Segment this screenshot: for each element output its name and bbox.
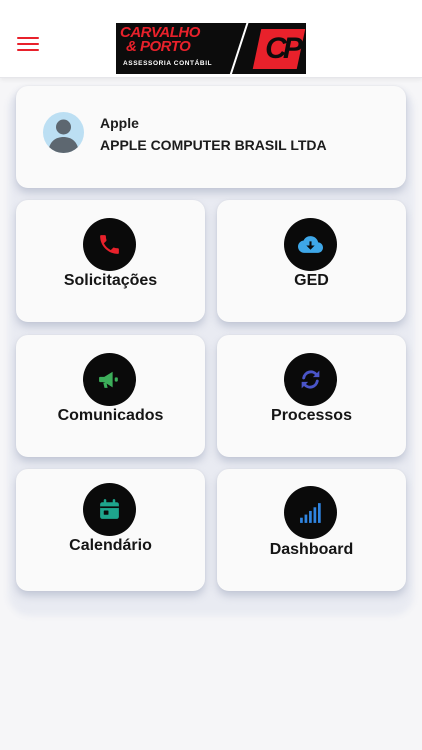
logo-subtitle: ASSESSORIA CONTÁBIL xyxy=(123,60,213,67)
cloud-download-icon xyxy=(284,218,337,271)
tile-processos[interactable]: Processos xyxy=(217,335,406,457)
sync-icon xyxy=(284,353,337,406)
tile-calendario[interactable]: Calendário xyxy=(16,469,205,591)
menu-line xyxy=(17,37,39,39)
tile-ged[interactable]: GED xyxy=(217,200,406,322)
user-card[interactable]: Apple APPLE COMPUTER BRASIL LTDA xyxy=(16,86,406,188)
hamburger-menu-icon[interactable] xyxy=(17,37,39,55)
tile-comunicados-label: Comunicados xyxy=(57,407,164,424)
user-placeholder-icon xyxy=(43,112,84,153)
logo-name-line2: & PORTO xyxy=(126,38,191,55)
phone-icon xyxy=(83,218,136,271)
logo-name: CARVALHO & PORTO xyxy=(120,25,240,55)
user-company: APPLE COMPUTER BRASIL LTDA xyxy=(100,137,327,153)
tile-processos-label: Processos xyxy=(271,407,352,424)
signal-bars-icon xyxy=(284,486,337,539)
tile-comunicados[interactable]: Comunicados xyxy=(16,335,205,457)
tile-ged-label: GED xyxy=(294,272,329,289)
logo-monogram: CP xyxy=(265,32,303,65)
calendar-icon xyxy=(83,483,136,536)
menu-line xyxy=(17,43,39,45)
tile-dashboard-label: Dashboard xyxy=(269,541,354,558)
menu-line xyxy=(17,49,39,51)
app-header: CARVALHO & PORTO ASSESSORIA CONTÁBIL CP xyxy=(0,0,422,78)
tile-solicitacoes[interactable]: Solicitações xyxy=(16,200,205,322)
megaphone-icon xyxy=(83,353,136,406)
tile-dashboard[interactable]: Dashboard xyxy=(217,469,406,591)
tile-solicitacoes-label: Solicitações xyxy=(63,272,158,289)
user-name: Apple xyxy=(100,115,139,131)
tile-calendario-label: Calendário xyxy=(69,537,152,554)
brand-logo: CARVALHO & PORTO ASSESSORIA CONTÁBIL CP xyxy=(116,23,306,74)
